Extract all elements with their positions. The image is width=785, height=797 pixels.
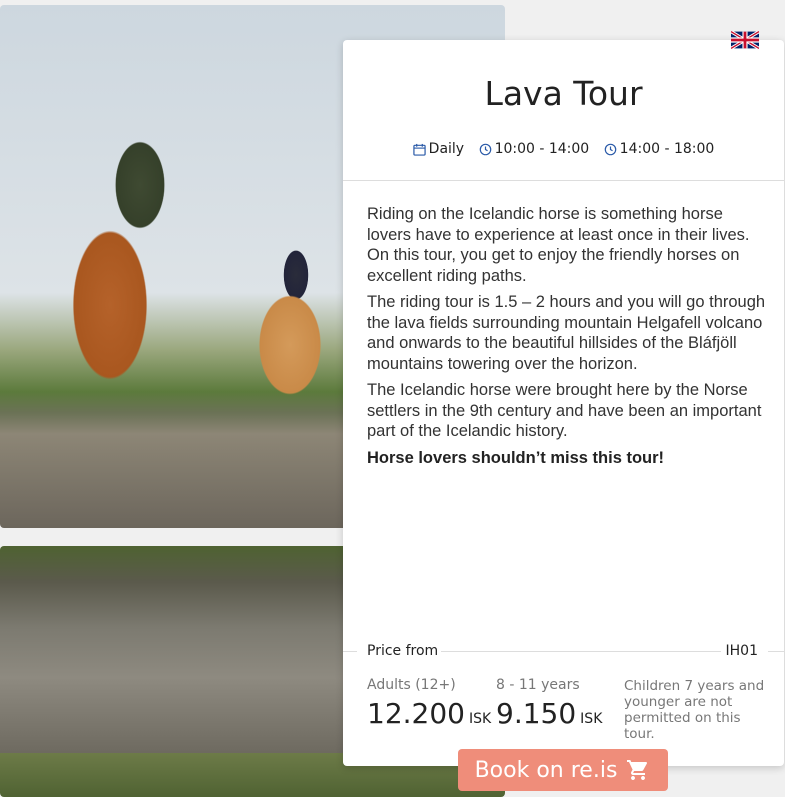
- price-from-label: Price from: [367, 643, 439, 659]
- tour-schedule: Daily 10:00 - 14:00 14:00 - 18:00: [343, 141, 784, 160]
- price-amount: 12.200: [367, 697, 465, 730]
- schedule-time-label: 10:00 - 14:00: [494, 141, 590, 157]
- book-button-label: Book on re.is: [474, 757, 618, 783]
- price-adults-value: 12.200 ISK: [367, 697, 491, 730]
- description-paragraph: The Icelandic horse were brought here by…: [367, 381, 762, 440]
- description-highlight: Horse lovers shouldn’t miss this tour!: [367, 448, 665, 467]
- clock-icon: [604, 143, 616, 155]
- price-kids: 8 - 11 years 9.150 ISK: [496, 677, 602, 730]
- price-header: Price from IH01: [343, 640, 784, 664]
- price-kids-value: 9.150 ISK: [496, 697, 602, 730]
- tour-description: Riding on the Icelandic horse is somethi…: [367, 204, 767, 474]
- header-divider: [343, 180, 784, 181]
- description-paragraph: The riding tour is 1.5 – 2 hours and you…: [367, 293, 766, 373]
- description-paragraph: Riding on the Icelandic horse is somethi…: [367, 205, 750, 285]
- schedule-daily: Daily: [412, 141, 465, 157]
- cart-icon: [627, 760, 648, 780]
- schedule-time-1: 10:00 - 14:00: [479, 141, 590, 157]
- clock-icon: [479, 143, 491, 155]
- price-divider: [441, 651, 721, 652]
- uk-flag-icon[interactable]: [731, 31, 759, 49]
- tour-code: IH01: [725, 643, 758, 659]
- price-currency: ISK: [468, 711, 492, 727]
- tour-title: Lava Tour: [484, 74, 643, 113]
- price-adults: Adults (12+) 12.200 ISK: [367, 677, 491, 730]
- schedule-time-2: 14:00 - 18:00: [604, 141, 715, 157]
- book-button[interactable]: Book on re.is: [458, 749, 668, 791]
- calendar-icon: [412, 143, 426, 156]
- children-note: Children 7 years and younger are not per…: [624, 678, 765, 742]
- price-divider: [343, 651, 357, 652]
- price-kids-label: 8 - 11 years: [496, 677, 580, 693]
- price-currency: ISK: [580, 711, 603, 727]
- price-amount: 9.150: [496, 697, 577, 730]
- schedule-time-label: 14:00 - 18:00: [619, 141, 715, 157]
- price-adults-label: Adults (12+): [367, 677, 456, 693]
- schedule-frequency: Daily: [428, 141, 465, 157]
- price-divider: [768, 651, 784, 652]
